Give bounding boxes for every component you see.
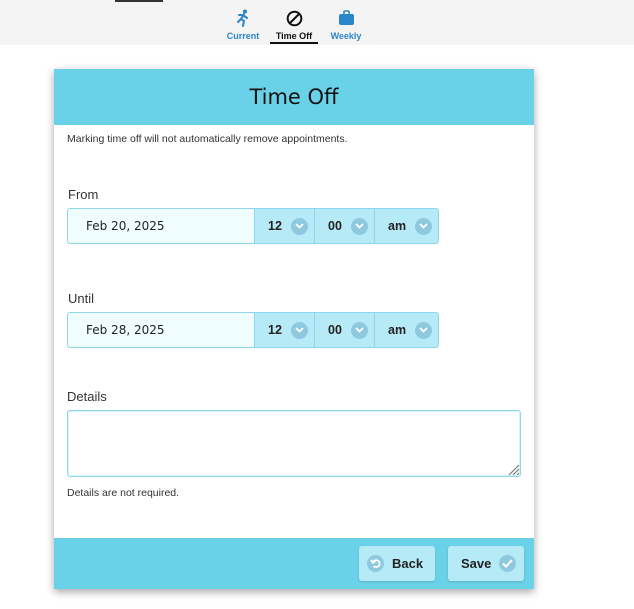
chevron-down-icon <box>351 217 368 235</box>
back-button-label: Back <box>392 556 424 571</box>
from-label: From <box>68 187 99 202</box>
details-label: Details <box>67 389 107 404</box>
from-ampm-value: am <box>388 219 407 233</box>
chevron-down-icon <box>291 217 308 235</box>
running-person-icon <box>233 8 253 28</box>
checkmark-icon <box>499 555 517 572</box>
from-hour-select[interactable]: 12 <box>255 208 315 244</box>
page-title: Time Off <box>249 85 339 109</box>
until-minute-select[interactable]: 00 <box>315 312 375 348</box>
until-date-input[interactable] <box>67 312 255 348</box>
chevron-down-icon <box>415 321 432 339</box>
time-off-card: Time Off Marking time off will not autom… <box>54 69 534 589</box>
until-hour-select[interactable]: 12 <box>255 312 315 348</box>
nav-underline-stub <box>115 0 163 2</box>
tab-time-off-label: Time Off <box>275 31 313 41</box>
card-footer: Back Save <box>54 538 534 589</box>
details-textarea[interactable] <box>67 410 521 477</box>
tab-current[interactable]: Current <box>222 8 264 44</box>
appointments-notice: Marking time off will not automatically … <box>67 133 348 145</box>
chevron-down-icon <box>351 321 368 339</box>
card-header: Time Off <box>54 69 534 125</box>
chevron-down-icon <box>415 217 432 235</box>
until-ampm-select[interactable]: am <box>375 312 439 348</box>
back-button[interactable]: Back <box>359 546 435 581</box>
resize-grip-icon[interactable] <box>506 462 520 476</box>
briefcase-icon <box>336 8 356 28</box>
until-minute-value: 00 <box>328 323 342 337</box>
back-arrow-icon <box>367 555 384 572</box>
until-ampm-value: am <box>388 323 407 337</box>
from-minute-select[interactable]: 00 <box>315 208 375 244</box>
prohibited-icon <box>284 8 304 28</box>
tab-current-label: Current <box>226 31 260 41</box>
from-date-input[interactable] <box>67 208 255 244</box>
tab-weekly[interactable]: Weekly <box>326 8 366 44</box>
save-button[interactable]: Save <box>448 546 524 581</box>
until-hour-value: 12 <box>268 323 282 337</box>
from-minute-value: 00 <box>328 219 342 233</box>
top-navigation: Current Time Off Weekly <box>0 0 634 45</box>
from-ampm-select[interactable]: am <box>375 208 439 244</box>
tab-time-off[interactable]: Time Off <box>270 8 318 44</box>
chevron-down-icon <box>291 321 308 339</box>
save-button-label: Save <box>461 556 492 571</box>
from-datetime: 12 00 am <box>67 208 440 244</box>
tab-weekly-label: Weekly <box>330 31 362 41</box>
until-label: Until <box>68 291 95 306</box>
details-hint: Details are not required. <box>67 487 180 499</box>
until-datetime: 12 00 am <box>67 312 440 348</box>
from-hour-value: 12 <box>268 219 282 233</box>
